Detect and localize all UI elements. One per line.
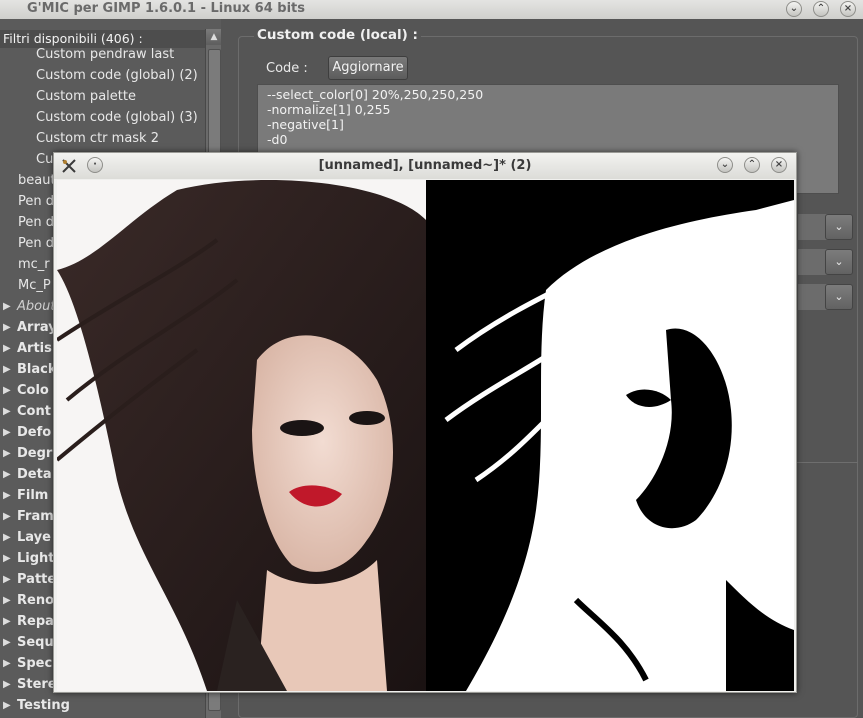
expand-arrow-icon[interactable]: ▶	[3, 317, 11, 338]
filter-label: Custom code (global) (2)	[36, 68, 198, 83]
filter-label: Custom code (global) (3)	[36, 110, 198, 125]
expand-arrow-icon[interactable]: ▶	[3, 296, 11, 317]
expand-arrow-icon[interactable]: ▶	[3, 401, 11, 422]
processed-image	[426, 180, 794, 691]
minimize-button[interactable]: ⌄	[717, 157, 733, 173]
original-photo	[57, 180, 426, 691]
filter-label: Custom ctr mask 2	[36, 131, 159, 146]
filter-title: Custom code (local) :	[254, 27, 421, 43]
filter-label: Fram	[17, 509, 54, 524]
filters-header: Filtri disponibili (406) :	[0, 30, 205, 48]
filter-label: Deta	[17, 467, 52, 482]
filter-label: Pen d	[18, 236, 54, 251]
filter-label: Artis	[17, 341, 52, 356]
expand-arrow-icon[interactable]: ▶	[3, 653, 11, 674]
filter-label: Sequ	[17, 635, 54, 650]
expand-arrow-icon[interactable]: ▶	[3, 527, 11, 548]
filter-label: Reno	[17, 593, 55, 608]
filter-label: Pen d	[18, 215, 54, 230]
filter-label: Stere	[17, 677, 57, 692]
filter-label: beaut	[18, 173, 56, 188]
filter-label: Patte	[17, 572, 57, 587]
expand-arrow-icon[interactable]: ▶	[3, 443, 11, 464]
filter-label: Colo	[17, 383, 49, 398]
filter-label: Pen d	[18, 194, 54, 209]
expand-arrow-icon[interactable]: ▶	[3, 695, 11, 716]
filter-label: Spec	[17, 656, 53, 671]
filter-label: Mc_P	[18, 278, 51, 293]
update-button[interactable]: Aggiornare	[328, 56, 408, 80]
filter-label: Light	[17, 551, 55, 566]
filter-label: Defo	[17, 425, 52, 440]
expand-arrow-icon[interactable]: ▶	[3, 464, 11, 485]
code-line: -normalize[1] 0,255	[267, 102, 391, 117]
preview-title-bar[interactable]: [unnamed], [unnamed~]* (2) · ⌄ ⌃ ×	[54, 153, 796, 179]
expand-arrow-icon[interactable]: ▶	[3, 359, 11, 380]
scroll-up-icon[interactable]: ▲	[206, 29, 222, 45]
minimize-button[interactable]: ⌄	[786, 1, 802, 17]
filter-label: Laye	[17, 530, 51, 545]
preview-window[interactable]: [unnamed], [unnamed~]* (2) · ⌄ ⌃ ×	[53, 152, 797, 693]
close-button[interactable]: ×	[771, 157, 787, 173]
expand-arrow-icon[interactable]: ▶	[3, 485, 11, 506]
code-line: -d0	[267, 132, 288, 147]
expand-arrow-icon[interactable]: ▶	[3, 506, 11, 527]
filter-label: Testing	[17, 698, 70, 713]
expand-arrow-icon[interactable]: ▶	[3, 380, 11, 401]
filter-label: Degr	[17, 446, 53, 461]
chevron-down-icon[interactable]: ⌄	[825, 284, 853, 310]
chevron-down-icon[interactable]: ⌄	[825, 214, 853, 240]
maximize-button[interactable]: ⌃	[813, 1, 829, 17]
expand-arrow-icon[interactable]: ▶	[3, 548, 11, 569]
maximize-button[interactable]: ⌃	[744, 157, 760, 173]
chevron-down-icon[interactable]: ⌄	[825, 249, 853, 275]
close-button[interactable]: ×	[840, 1, 856, 17]
code-label: Code :	[266, 61, 308, 76]
filter-label: Custom pendraw last	[36, 48, 175, 62]
expand-arrow-icon[interactable]: ▶	[3, 674, 11, 695]
filter-label: Array	[17, 320, 57, 335]
filter-label: Repa	[17, 614, 54, 629]
main-title-bar: G'MIC per GIMP 1.6.0.1 - Linux 64 bits ⌄…	[0, 0, 863, 19]
separator	[795, 462, 858, 463]
pin-icon[interactable]: ·	[87, 157, 103, 173]
filter-label: About	[17, 299, 56, 314]
gmic-logo-icon[interactable]	[61, 158, 77, 174]
window-title: G'MIC per GIMP 1.6.0.1 - Linux 64 bits	[27, 1, 305, 16]
filter-label: Cu	[36, 152, 54, 167]
expand-arrow-icon[interactable]: ▶	[3, 338, 11, 359]
filter-label: mc_r	[18, 257, 50, 272]
preview-image-area	[57, 180, 794, 691]
filter-label: Custom palette	[36, 89, 136, 104]
filter-label: Film	[17, 488, 49, 503]
expand-arrow-icon[interactable]: ▶	[3, 569, 11, 590]
code-line: --select_color[0] 20%,250,250,250	[267, 87, 484, 102]
code-line: -negative[1]	[267, 117, 344, 132]
expand-arrow-icon[interactable]: ▶	[3, 422, 11, 443]
filter-label: Cont	[17, 404, 51, 419]
expand-arrow-icon[interactable]: ▶	[3, 632, 11, 653]
expand-arrow-icon[interactable]: ▶	[3, 611, 11, 632]
preview-window-title: [unnamed], [unnamed~]* (2)	[318, 158, 532, 173]
expand-arrow-icon[interactable]: ▶	[3, 590, 11, 611]
filter-label: Black	[17, 362, 57, 377]
